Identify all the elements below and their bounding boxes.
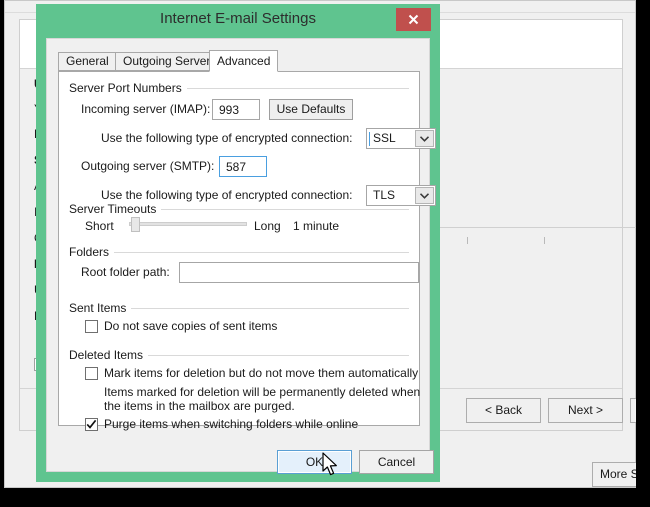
- screenshot-bottom-letterbox: [0, 488, 650, 507]
- tab-advanced[interactable]: Advanced: [209, 50, 278, 72]
- do-not-save-sent-items-label: Do not save copies of sent items: [104, 319, 277, 333]
- outgoing-encryption-label: Use the following type of encrypted conn…: [101, 188, 352, 202]
- purge-items-checkbox[interactable]: [85, 418, 98, 431]
- internet-email-settings-dialog: Internet E-mail Settings General Outgoin…: [36, 4, 440, 482]
- slider-tick: [467, 237, 468, 244]
- slider-tick: [544, 237, 545, 244]
- root-folder-path-input[interactable]: [179, 262, 419, 283]
- tab-outgoing-server[interactable]: Outgoing Server: [115, 52, 218, 71]
- advanced-tab-panel: Server Port Numbers Incoming server (IMA…: [58, 71, 420, 426]
- root-folder-path-label: Root folder path:: [81, 265, 170, 279]
- group-sent-items: Sent Items Do not save copies of sent it…: [69, 308, 409, 342]
- group-server-timeouts: Server Timeouts Short Long 1 minute: [69, 209, 409, 241]
- outgoing-encryption-value: TLS: [373, 186, 395, 205]
- cancel-button[interactable]: Cancel: [359, 450, 434, 474]
- use-defaults-button[interactable]: Use Defaults: [269, 99, 353, 120]
- ok-button[interactable]: OK: [277, 450, 352, 474]
- deleted-items-note-line1: Items marked for deletion will be perman…: [104, 385, 420, 399]
- group-legend-folders: Folders: [69, 245, 114, 259]
- group-server-port-numbers: Server Port Numbers Incoming server (IMA…: [69, 88, 409, 198]
- text-caret: [369, 132, 370, 146]
- timeout-short-label: Short: [85, 219, 114, 233]
- group-rule: [69, 252, 409, 253]
- chevron-down-icon[interactable]: [415, 130, 434, 147]
- dialog-title: Internet E-mail Settings: [36, 10, 440, 27]
- outgoing-server-port-input[interactable]: [219, 156, 267, 177]
- slider-thumb[interactable]: [131, 217, 140, 232]
- incoming-encryption-value: SSL: [373, 129, 396, 148]
- group-deleted-items: Deleted Items Mark items for deletion bu…: [69, 355, 409, 435]
- timeout-value-label: 1 minute: [293, 219, 339, 233]
- outgoing-server-label: Outgoing server (SMTP):: [81, 159, 214, 173]
- screenshot-root: P Us Yo En Se Ac In O Lo Us Pa o offline…: [0, 0, 650, 507]
- dialog-inner-panel: General Outgoing Server Advanced Server …: [46, 38, 430, 472]
- incoming-server-label: Incoming server (IMAP):: [81, 102, 210, 116]
- group-folders: Folders Root folder path:: [69, 252, 409, 294]
- do-not-save-sent-items-checkbox[interactable]: [85, 320, 98, 333]
- timeout-long-label: Long: [254, 219, 281, 233]
- screenshot-right-letterbox: [636, 0, 650, 507]
- slider-track: [129, 222, 247, 226]
- outgoing-encryption-dropdown[interactable]: TLS: [366, 185, 436, 206]
- server-timeout-slider[interactable]: [129, 216, 247, 232]
- group-legend-server-port-numbers: Server Port Numbers: [69, 81, 187, 95]
- mark-items-for-deletion-label: Mark items for deletion but do not move …: [104, 366, 418, 380]
- dialog-tabstrip: General Outgoing Server Advanced: [58, 50, 420, 71]
- next-button[interactable]: Next >: [548, 398, 623, 423]
- group-legend-sent-items: Sent Items: [69, 301, 131, 315]
- tab-general[interactable]: General: [58, 52, 117, 71]
- group-legend-server-timeouts: Server Timeouts: [69, 202, 161, 216]
- group-legend-deleted-items: Deleted Items: [69, 348, 148, 362]
- back-button[interactable]: < Back: [466, 398, 541, 423]
- close-icon[interactable]: [396, 8, 431, 31]
- chevron-down-icon[interactable]: [415, 187, 434, 204]
- incoming-server-port-input[interactable]: [212, 99, 260, 120]
- incoming-encryption-label: Use the following type of encrypted conn…: [101, 131, 352, 145]
- incoming-encryption-dropdown[interactable]: SSL: [366, 128, 436, 149]
- purge-items-label: Purge items when switching folders while…: [104, 417, 358, 431]
- mark-items-for-deletion-checkbox[interactable]: [85, 367, 98, 380]
- deleted-items-note-line2: the items in the mailbox are purged.: [104, 399, 295, 413]
